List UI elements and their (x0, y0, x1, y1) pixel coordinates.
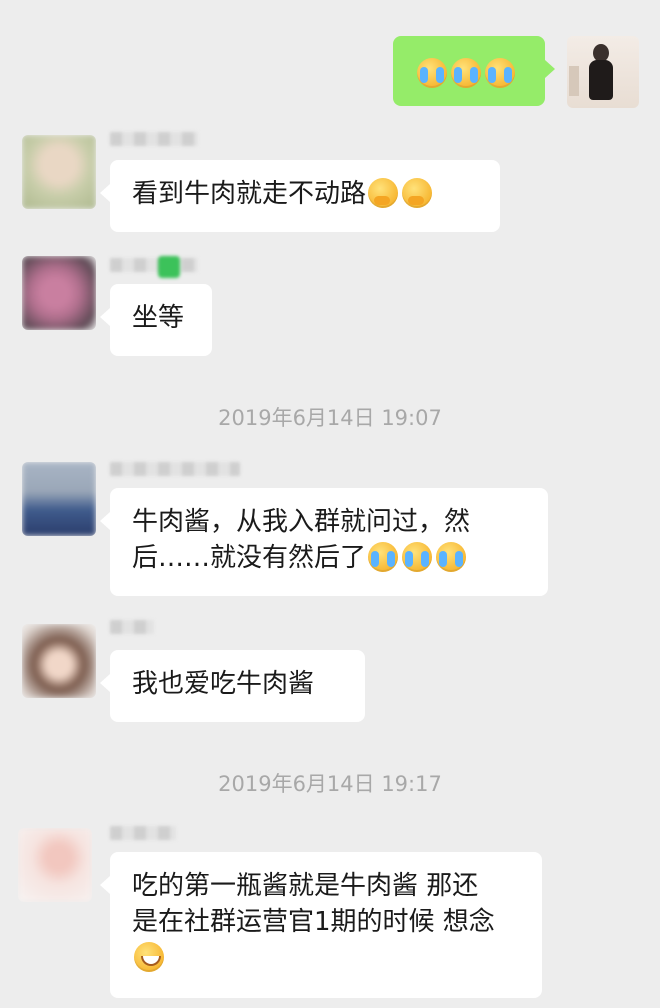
message-text-line: 牛肉酱，从我入群就问过，然 (132, 507, 471, 537)
message-bubble[interactable]: 牛肉酱，从我入群就问过，然 后……就没有然后了 (100, 488, 548, 596)
facepalm-cry-emoji (368, 542, 399, 572)
timestamp: 2019年6月14日 19:07 (218, 406, 442, 430)
avatar[interactable] (18, 828, 92, 902)
avatar[interactable] (22, 256, 96, 330)
sender-nickname (110, 462, 240, 476)
message-text-line: 是在社群运营官1期的时候 想念 (132, 907, 495, 937)
message-text: 坐等 (132, 303, 185, 333)
facepalm-cry-emoji (485, 58, 515, 88)
timestamp: 2019年6月14日 19:17 (218, 772, 442, 796)
covering-mouth-laugh-emoji (402, 178, 433, 208)
facepalm-cry-emoji (436, 542, 467, 572)
avatar[interactable] (22, 462, 96, 536)
message-text-line: 吃的第一瓶酱就是牛肉酱 那还 (132, 871, 479, 901)
self-avatar[interactable] (567, 36, 639, 108)
avatar[interactable] (22, 624, 96, 698)
message-text-line: 后……就没有然后了 (132, 543, 367, 573)
covering-mouth-laugh-emoji (368, 178, 399, 208)
sender-nickname (110, 258, 198, 272)
message-bubble[interactable]: 看到牛肉就走不动路 (100, 160, 500, 232)
chat-view: 看到牛肉就走不动路 坐等 2019年6月14日 19:07 牛肉酱，从我入群就问… (0, 0, 660, 1008)
sender-nickname (110, 826, 176, 840)
sender-nickname (110, 132, 198, 146)
facepalm-cry-emoji (417, 58, 447, 88)
message-bubble[interactable]: 吃的第一瓶酱就是牛肉酱 那还 是在社群运营官1期的时候 想念 (100, 852, 542, 998)
facepalm-cry-emoji (402, 542, 433, 572)
grinning-emoji (134, 942, 164, 972)
sender-nickname (110, 620, 154, 634)
message-bubble[interactable]: 坐等 (100, 284, 212, 356)
nickname-badge-icon (158, 256, 180, 278)
facepalm-cry-emoji (451, 58, 481, 88)
message-text: 看到牛肉就走不动路 (132, 179, 367, 209)
message-text: 我也爱吃牛肉酱 (132, 669, 315, 699)
message-bubble[interactable]: 我也爱吃牛肉酱 (100, 650, 365, 722)
self-message-bubble[interactable] (393, 36, 555, 106)
avatar[interactable] (22, 135, 96, 209)
